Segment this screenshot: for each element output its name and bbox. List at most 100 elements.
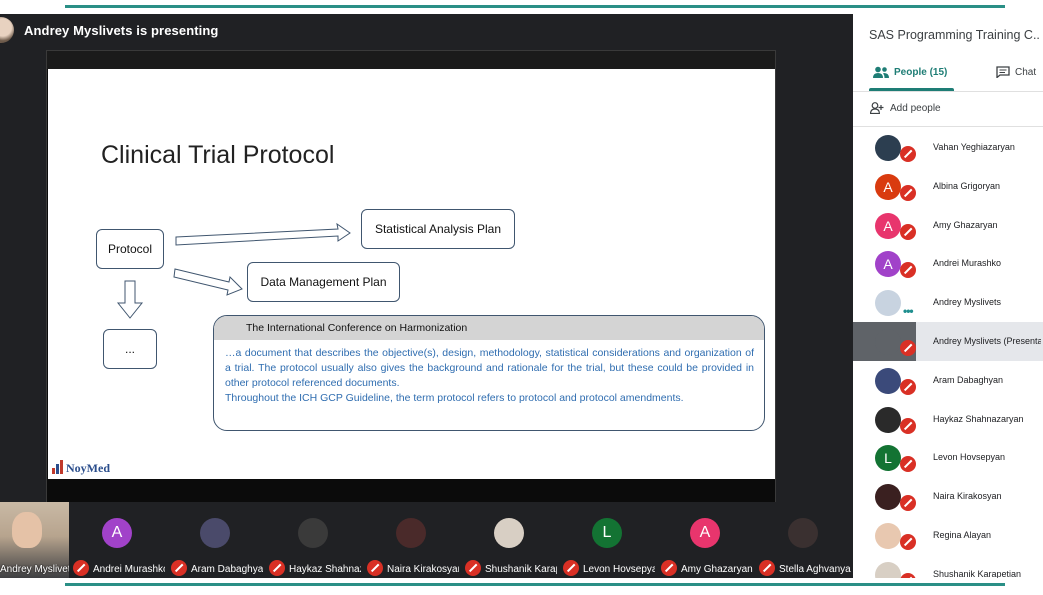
add-people-button[interactable]: Add people	[870, 102, 941, 114]
person-avatar: L	[875, 445, 901, 472]
person-name: Naira Kirakosyan	[933, 491, 1002, 502]
panel-divider	[853, 126, 1043, 127]
presenter-banner: Andrey Myslivets is presenting	[0, 16, 218, 44]
person-avatar: A	[875, 173, 901, 200]
statistical-analysis-plan-box: Statistical Analysis Plan	[361, 209, 515, 249]
people-list-item[interactable]: L Levon Hovsepyan	[853, 438, 1043, 477]
meeting-title: SAS Programming Training C...	[869, 28, 1041, 42]
people-list-item[interactable]: A Andrei Murashko	[853, 244, 1043, 283]
person-avatar	[875, 561, 901, 578]
participant-avatar: A	[102, 518, 132, 548]
mic-off-icon	[900, 456, 916, 473]
bottom-accent-line	[65, 583, 1005, 586]
participant-name: Naira Kirakosyan	[387, 564, 459, 575]
people-list-item[interactable]: Shushanik Karapetian	[853, 555, 1043, 578]
person-name: Albina Grigoryan	[933, 180, 1001, 191]
person-name: Amy Ghazaryan	[933, 219, 998, 230]
mic-off-icon	[563, 560, 579, 576]
ich-body: …a document that describes the objective…	[214, 340, 764, 406]
participant-avatar	[200, 518, 230, 548]
participant-name: Levon Hovsepyan	[583, 564, 655, 575]
people-list-item[interactable]: ••• Andrey Myslivets	[853, 283, 1043, 322]
participant-avatar: L	[592, 518, 622, 548]
mic-off-icon	[900, 340, 916, 356]
data-management-plan-box: Data Management Plan	[247, 262, 400, 302]
self-video-face	[12, 512, 42, 548]
shared-window-bar	[47, 51, 775, 69]
person-avatar	[875, 484, 901, 511]
ich-paragraph-2: Throughout the ICH GCP Guideline, the te…	[225, 392, 684, 404]
mic-off-icon	[367, 560, 383, 576]
people-list-item[interactable]: A Albina Grigoryan	[853, 167, 1043, 206]
people-list-item[interactable]: Regina Alayan	[853, 516, 1043, 555]
person-name: Andrey Myslivets (Presentation)	[933, 336, 1041, 346]
person-name: Vahan Yeghiazaryan	[933, 142, 1015, 152]
top-accent-line	[65, 5, 1005, 8]
participant-tile[interactable]: Stella Aghvanyan	[755, 502, 851, 578]
people-list-item[interactable]: A Amy Ghazaryan	[853, 206, 1043, 245]
participant-tile[interactable]: Naira Kirakosyan	[363, 502, 459, 578]
participant-name: Stella Aghvanyan	[779, 564, 851, 575]
mic-off-icon	[661, 560, 677, 576]
ich-definition-box: The International Conference on Harmoniz…	[213, 315, 765, 431]
mic-off-icon	[759, 560, 775, 576]
mic-off-icon	[900, 534, 916, 550]
mic-off-icon	[900, 262, 916, 279]
tab-people[interactable]: People (15)	[873, 66, 947, 78]
slide: Clinical Trial Protocol Protocol Statist…	[48, 69, 775, 479]
person-name: Andrey Myslivets	[933, 297, 1002, 308]
self-name: Andrey Myslivets	[0, 564, 69, 575]
mic-off-icon	[269, 560, 285, 576]
tab-chat-label: Chat	[1015, 66, 1037, 78]
people-list-item[interactable]: Naira Kirakosyan	[853, 477, 1043, 516]
ich-heading: The International Conference on Harmoniz…	[214, 316, 764, 340]
participant-tile[interactable]: A Amy Ghazaryan	[657, 502, 753, 578]
participant-tile[interactable]: Aram Dabaghyan	[167, 502, 263, 578]
participant-tile[interactable]: Shushanik Karapetian	[461, 502, 557, 578]
mic-off-icon	[900, 146, 916, 162]
person-name: Shushanik Karapetian	[933, 568, 1022, 578]
people-list-item[interactable]: Andrey Myslivets (Presentation)	[853, 322, 1043, 361]
ich-paragraph: …a document that describes the objective…	[225, 347, 754, 389]
mic-off-icon	[900, 378, 916, 395]
add-person-icon	[870, 102, 884, 114]
participant-tile[interactable]: A Andrei Murashko	[69, 502, 165, 578]
arrow-to-sap	[175, 222, 351, 246]
logo-bar	[52, 468, 55, 474]
person-avatar	[875, 329, 901, 355]
speaking-indicator-icon: •••	[903, 304, 914, 319]
participant-filmstrip: Andrey Myslivets A Andrei Murashko Aram Da…	[0, 502, 853, 578]
person-avatar	[875, 406, 901, 433]
person-name: Levon Hovsepyan	[933, 452, 1006, 463]
ellipsis-box: ...	[103, 329, 157, 369]
people-panel: SAS Programming Training C... People (15…	[853, 14, 1043, 578]
person-name: Aram Dabaghyan	[933, 374, 1004, 385]
people-list-item[interactable]: Aram Dabaghyan	[853, 361, 1043, 400]
mic-off-icon	[900, 572, 916, 578]
tab-chat[interactable]: Chat	[996, 66, 1036, 78]
add-people-label: Add people	[890, 102, 941, 114]
participant-avatar	[298, 518, 328, 548]
participant-name: Shushanik Karapetian	[485, 564, 557, 575]
participant-name: Andrei Murashko	[93, 564, 165, 575]
mic-off-icon	[900, 495, 916, 512]
protocol-box: Protocol	[96, 229, 164, 269]
person-avatar	[875, 290, 901, 317]
self-video-tile[interactable]: Andrey Myslivets	[0, 502, 69, 578]
people-list-item[interactable]: Vahan Yeghiazaryan	[853, 128, 1043, 167]
participant-avatar	[788, 518, 818, 548]
mic-off-icon	[900, 223, 916, 240]
arrow-to-dmp	[173, 268, 243, 296]
participant-avatar	[494, 518, 524, 548]
logo-bar	[56, 464, 59, 474]
participant-avatar: A	[690, 518, 720, 548]
participant-tile[interactable]: Haykaz Shahnazaryan	[265, 502, 361, 578]
people-icon	[873, 66, 889, 78]
person-avatar	[875, 523, 901, 549]
presenter-avatar	[0, 17, 14, 43]
mic-off-icon	[73, 560, 89, 576]
people-list-item[interactable]: Haykaz Shahnazaryan	[853, 400, 1043, 439]
participant-tile[interactable]: L Levon Hovsepyan	[559, 502, 655, 578]
person-name: Haykaz Shahnazaryan	[933, 413, 1024, 424]
participant-avatar	[396, 518, 426, 548]
